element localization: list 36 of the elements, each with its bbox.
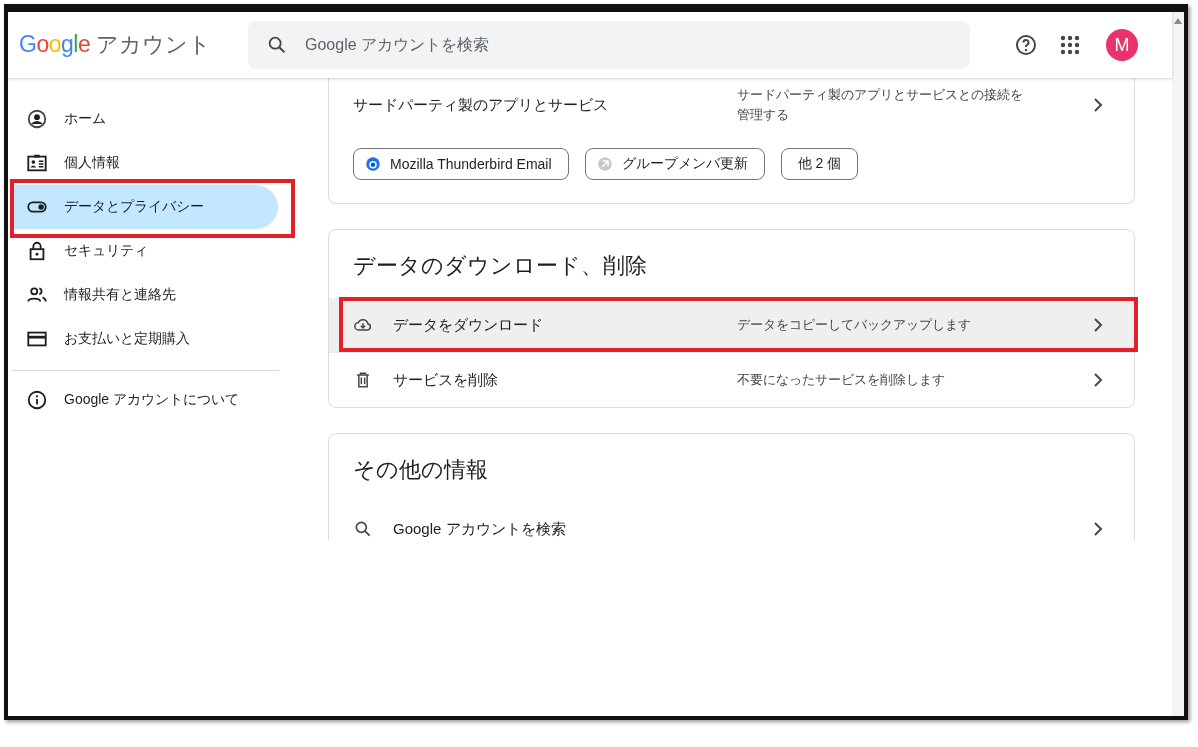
row-label: サードパーティ製のアプリとサービス xyxy=(353,95,609,115)
row-description: サードパーティ製のアプリとサービスとの接続を管理する xyxy=(737,86,1023,124)
settings-row[interactable]: Google アカウントを検索 xyxy=(329,502,1134,540)
id-card-icon xyxy=(26,152,48,174)
row-label: データをダウンロード xyxy=(393,315,544,335)
row-label: サービスを削除 xyxy=(393,370,499,390)
scroll-up-icon[interactable] xyxy=(1174,18,1182,24)
search-field[interactable]: Google アカウントを検索 xyxy=(248,21,970,69)
sidebar-item[interactable]: Google アカウントについて xyxy=(12,378,278,422)
sidebar-item[interactable]: お支払いと定期購入 xyxy=(12,317,278,361)
section-title: データのダウンロード、削除 xyxy=(352,252,648,280)
row-label: Google アカウントを検索 xyxy=(393,519,567,539)
search-icon xyxy=(266,34,288,56)
app-chip[interactable]: 他 2 個 xyxy=(780,148,859,180)
app-chip[interactable]: グループメンバ更新 xyxy=(584,148,765,180)
app-logo-icon xyxy=(364,155,382,173)
info-icon xyxy=(26,389,48,411)
sidebar-item[interactable]: 情報共有と連絡先 xyxy=(12,273,278,317)
sidebar-item[interactable]: 個人情報 xyxy=(12,141,278,185)
help-icon[interactable] xyxy=(1014,33,1038,57)
sidebar-item[interactable]: データとプライバシー xyxy=(12,185,278,229)
google-logo: Google xyxy=(19,31,91,58)
avatar[interactable]: M xyxy=(1106,29,1138,61)
settings-row[interactable]: サービスを削除 不要になったサービスを削除します xyxy=(329,352,1134,407)
section-title: その他の情報 xyxy=(352,456,489,484)
account-circle-icon xyxy=(26,108,48,130)
settings-row[interactable]: サードパーティ製のアプリとサービス サードパーティ製のアプリとサービスとの接続を管理する xyxy=(329,78,1134,132)
app-chip[interactable]: Mozilla Thunderbird Email xyxy=(353,148,569,180)
sidebar-item[interactable]: セキュリティ xyxy=(12,229,278,273)
search-icon xyxy=(353,519,373,539)
apps-grid-icon[interactable] xyxy=(1058,33,1082,57)
product-name: アカウント xyxy=(96,31,212,59)
sidebar-item[interactable]: ホーム xyxy=(12,97,278,141)
row-description: データをコピーしてバックアップします xyxy=(737,316,972,334)
row-description: 不要になったサービスを削除します xyxy=(737,371,946,389)
app-logo-icon xyxy=(595,155,614,173)
